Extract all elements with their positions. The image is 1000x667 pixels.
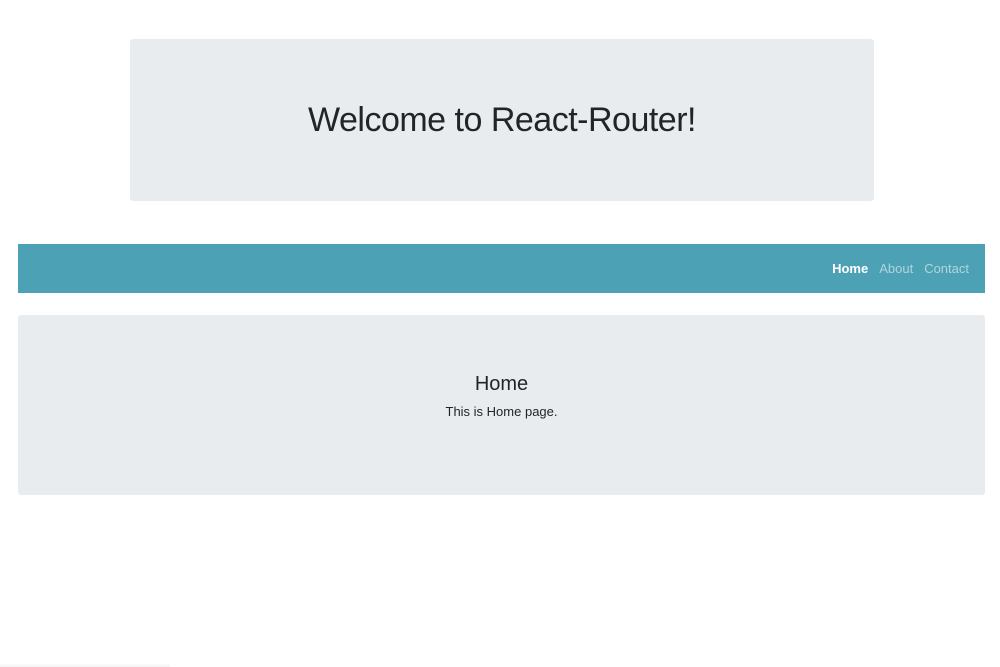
nav-link-about[interactable]: About bbox=[879, 261, 913, 276]
nav-link-contact[interactable]: Contact bbox=[924, 261, 969, 276]
content-text: This is Home page. bbox=[445, 404, 558, 419]
page: Welcome to React-Router! Home About Cont… bbox=[0, 0, 1000, 667]
navbar: Home About Contact bbox=[18, 244, 985, 293]
nav-link-home[interactable]: Home bbox=[832, 261, 868, 276]
jumbotron-header: Welcome to React-Router! bbox=[130, 39, 874, 201]
bottom-divider bbox=[0, 663, 170, 667]
content-heading: Home bbox=[474, 373, 529, 395]
page-title: Welcome to React-Router! bbox=[308, 100, 696, 139]
home-content-panel: Home This is Home page. bbox=[18, 315, 985, 495]
